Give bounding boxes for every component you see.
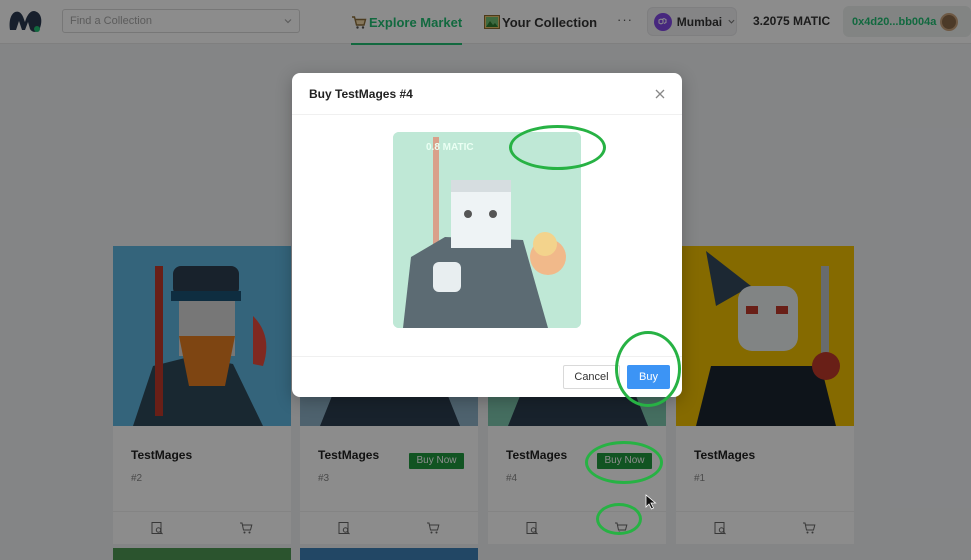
highlight-buy-button-circle <box>615 331 681 407</box>
mouse-cursor-icon <box>645 494 657 510</box>
nft-price-label: 0.8 MATIC <box>426 142 474 153</box>
highlight-price-circle <box>509 125 606 170</box>
close-icon[interactable] <box>652 86 668 102</box>
highlight-cart-circle <box>596 503 642 535</box>
modal-header: Buy TestMages #4 <box>292 73 682 115</box>
cancel-button[interactable]: Cancel <box>563 365 620 389</box>
highlight-buy-now-circle <box>585 441 663 484</box>
modal-title: Buy TestMages #4 <box>309 87 413 101</box>
